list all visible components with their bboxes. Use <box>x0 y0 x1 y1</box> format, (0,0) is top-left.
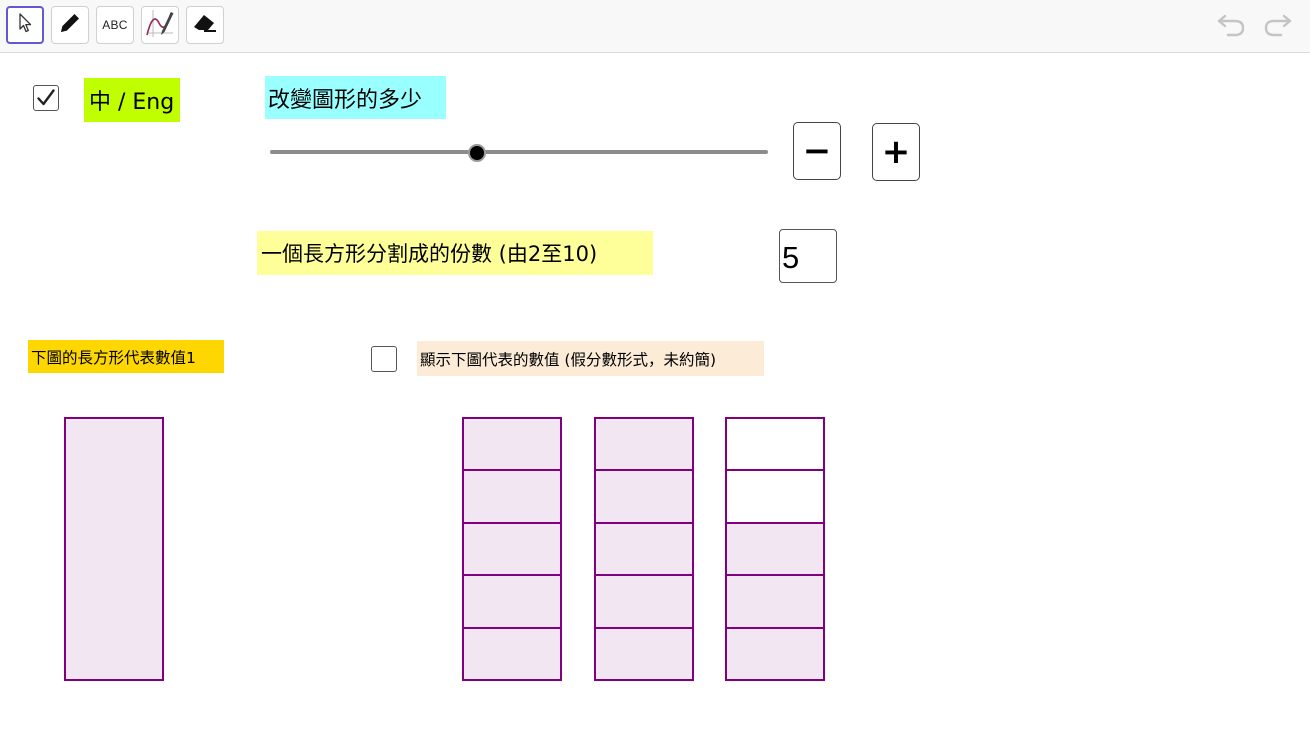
partition-label: 一個長方形分割成的份數 (由2至10) <box>257 231 653 275</box>
graph-pencil-icon <box>144 7 176 43</box>
redo-icon <box>1262 10 1294 42</box>
cursor-arrow-icon <box>16 13 34 37</box>
amount-slider-track[interactable] <box>270 150 768 154</box>
pen-tool-button[interactable] <box>51 6 89 44</box>
redo-button[interactable] <box>1262 12 1294 40</box>
undo-button[interactable] <box>1215 12 1247 40</box>
bar-part-filled <box>727 626 823 680</box>
eraser-icon <box>191 10 219 40</box>
amount-slider-handle[interactable] <box>467 144 486 162</box>
unit-rectangle <box>64 417 164 681</box>
bar-part-filled <box>464 469 560 522</box>
bar-part-filled <box>464 574 560 627</box>
bar-part-filled <box>727 574 823 627</box>
unit-label: 下圖的長方形代表數值1 <box>28 340 224 373</box>
bar-part-filled <box>596 626 692 680</box>
bar-part-empty <box>727 469 823 522</box>
text-tool-button[interactable]: ABC <box>96 6 134 44</box>
language-label[interactable]: 中 / Eng <box>84 78 180 122</box>
fraction-bar <box>462 417 562 681</box>
increase-button[interactable]: + <box>872 123 920 181</box>
bar-part-empty <box>727 419 823 470</box>
function-inspector-tool-button[interactable] <box>141 6 179 44</box>
partition-input[interactable]: 5 <box>779 229 837 283</box>
decrease-button[interactable]: − <box>793 122 841 180</box>
bar-part-filled <box>596 521 692 575</box>
bar-part-filled <box>596 419 692 470</box>
fraction-bar <box>725 417 825 681</box>
toolbar: ABC <box>0 0 1310 53</box>
checkmark-icon <box>34 86 58 114</box>
bar-part-filled <box>727 521 823 575</box>
unit-rectangle-fill <box>66 419 162 679</box>
fraction-bar <box>594 417 694 681</box>
show-value-label: 顯示下圖代表的數值 (假分數形式，未約簡) <box>417 341 764 376</box>
undo-icon <box>1215 10 1247 42</box>
slider-title: 改變圖形的多少 <box>265 76 446 119</box>
show-value-checkbox[interactable] <box>371 346 397 372</box>
pencil-icon <box>57 10 83 40</box>
move-tool-button[interactable] <box>6 6 44 44</box>
abc-text-icon: ABC <box>102 18 128 32</box>
eraser-tool-button[interactable] <box>186 6 224 44</box>
bar-part-filled <box>464 419 560 470</box>
bar-part-filled <box>464 521 560 575</box>
bar-part-filled <box>596 574 692 627</box>
bar-part-filled <box>596 469 692 522</box>
bar-part-filled <box>464 626 560 680</box>
language-checkbox[interactable] <box>33 85 59 111</box>
